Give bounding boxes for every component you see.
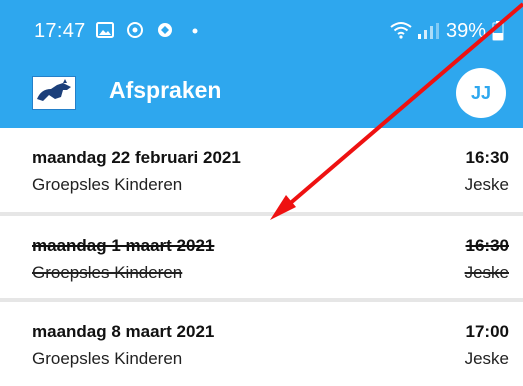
appointment-date: maandag 22 februari 2021 (32, 148, 241, 167)
appointment-row[interactable]: maandag 22 februari 2021 Groepsles Kinde… (0, 128, 523, 212)
notification-icon (158, 23, 172, 37)
appointment-lesson: Groepsles Kinderen (32, 263, 183, 282)
app-bar: Afspraken JJ (0, 64, 523, 128)
wifi-icon (390, 22, 412, 39)
avatar[interactable]: JJ (456, 68, 506, 118)
header: 17:47 39% Afspraken JJ (0, 0, 523, 128)
status-right: 39% (390, 18, 520, 42)
appointment-teacher: Jeske (464, 349, 509, 368)
gallery-icon (96, 22, 114, 38)
appointment-lesson: Groepsles Kinderen (32, 175, 183, 194)
appointment-time: 16:30 (465, 236, 509, 255)
appointment-date: maandag 1 maart 2021 (32, 236, 215, 255)
page-title: Afspraken (109, 77, 222, 103)
battery-icon (492, 21, 504, 41)
appointment-row-cancelled[interactable]: maandag 1 maart 2021 Groepsles Kinderen … (0, 216, 523, 300)
appointment-lesson: Groepsles Kinderen (32, 349, 183, 368)
signal-icon (418, 23, 439, 39)
appointment-time: 17:00 (465, 322, 509, 341)
appointment-teacher: Jeske (464, 175, 509, 194)
appointment-time: 16:30 (465, 148, 509, 167)
appointment-date: maandag 8 maart 2021 (32, 322, 215, 341)
dot-icon (192, 28, 198, 34)
status-time: 17:47 (34, 20, 86, 42)
battery-level: 39% (446, 20, 487, 42)
status-bar: 17:47 39% (0, 0, 523, 64)
horse-logo-icon (32, 76, 76, 110)
chrome-icon (127, 22, 143, 38)
appointment-teacher: Jeske (464, 263, 509, 282)
appointment-row[interactable]: maandag 8 maart 2021 Groepsles Kinderen … (0, 302, 523, 386)
